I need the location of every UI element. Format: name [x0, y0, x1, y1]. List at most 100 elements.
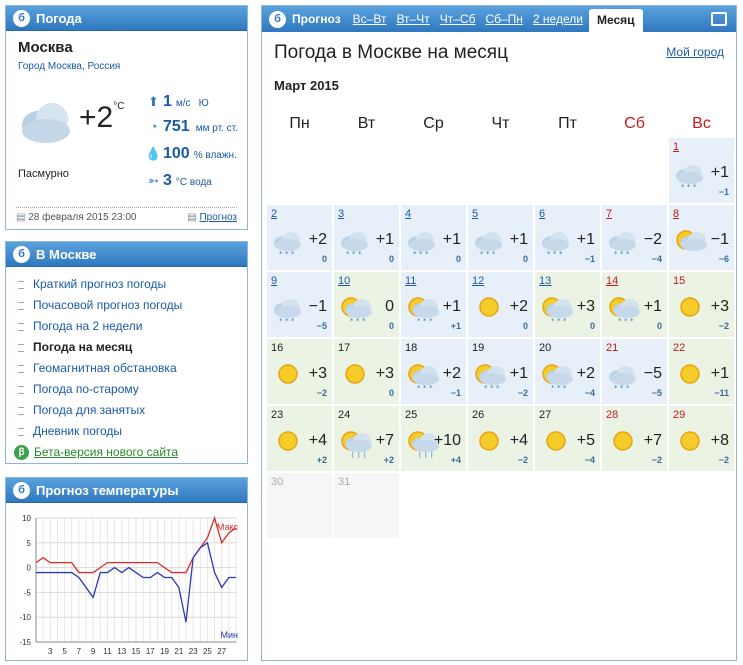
day-cell[interactable]: 28 +7 −2	[601, 405, 668, 472]
day-number[interactable]: 5	[472, 208, 478, 220]
day-cell[interactable]: 18 * * * +2 −1	[400, 338, 467, 405]
day-cell[interactable]: 1 * * * +1 −1	[668, 137, 735, 204]
menu-item-month[interactable]: Погода на месяц	[6, 337, 247, 358]
tab-two-weeks[interactable]: 2 недели	[533, 12, 583, 26]
day-cell[interactable]: 25 ❘ ❘ ❘ +10 +4	[400, 405, 467, 472]
day-number[interactable]: 14	[606, 275, 618, 287]
in-moscow-title: В Москве	[36, 246, 97, 262]
day-temp-delta: −4	[584, 388, 595, 398]
day-temp: +1	[442, 298, 461, 315]
sun-icon	[472, 428, 506, 458]
day-cell[interactable]: 8 −1 −6	[668, 204, 735, 271]
day-number: 23	[271, 409, 284, 421]
sun-cloud-rain-icon: ❘ ❘ ❘	[338, 428, 372, 459]
day-number[interactable]: 12	[472, 275, 484, 287]
day-number: 19	[472, 342, 485, 354]
day-cell[interactable]: 17 +3 0	[333, 338, 400, 405]
calendar-grid: 1 * * * +1 −1 2 * * * +2 0 3 * * * +1 0 4 * * * +1 0 5 * * * +1 0 6 * * *…	[266, 137, 735, 539]
breadcrumb-region-link[interactable]: Россия	[88, 61, 121, 72]
menu-item-hourly-forecast[interactable]: Почасовой прогноз погоды	[6, 295, 247, 316]
svg-text:*: *	[413, 250, 417, 257]
day-cell[interactable]: 6 * * * +1 −1	[534, 204, 601, 271]
svg-text:*: *	[693, 183, 697, 190]
day-cell[interactable]: 9 * * * −1 −5	[266, 271, 333, 338]
day-cell[interactable]: 19 * * * +1 −2	[467, 338, 534, 405]
svg-text:*: *	[484, 384, 488, 391]
day-temp-delta: 0	[522, 254, 528, 264]
day-number: 25	[405, 409, 418, 421]
day-number[interactable]: 11	[405, 275, 416, 287]
day-number: 20	[539, 342, 552, 354]
tab-forecast[interactable]: Прогноз	[292, 12, 341, 26]
day-temp: +7	[643, 432, 662, 449]
sun-cloud-snow-icon: * * *	[539, 361, 573, 392]
weekday-mon: Пн	[289, 115, 310, 132]
day-number[interactable]: 10	[338, 275, 350, 287]
sun-icon	[606, 428, 640, 458]
day-number[interactable]: 2	[271, 208, 277, 220]
day-number[interactable]: 7	[606, 208, 612, 220]
day-cell[interactable]: 12 +2 0	[467, 271, 534, 338]
wind-direction: Ю	[198, 98, 209, 109]
day-cell[interactable]: 21 * * * −5 −5	[601, 338, 668, 405]
day-number[interactable]: 8	[673, 208, 679, 220]
day-cell[interactable]: 2 * * * +2 0	[266, 204, 333, 271]
breadcrumb-city-link[interactable]: Город Москва	[18, 61, 82, 72]
weekday-sun: Вс	[692, 115, 711, 132]
svg-text:*: *	[624, 317, 628, 324]
menu-item-old-style[interactable]: Погода по-старому	[6, 379, 247, 400]
day-number[interactable]: 3	[338, 208, 344, 220]
day-number[interactable]: 4	[405, 208, 411, 220]
temp-forecast-box: б Прогноз температуры 10 5 0 -5 -10 -15 3 5 7 9 11…	[5, 477, 248, 661]
y-tick-label: -5	[24, 588, 32, 597]
min-legend-label: Мин	[221, 630, 239, 640]
menu-item-busy[interactable]: Погода для занятых	[6, 400, 247, 421]
day-cell[interactable]: 26 +4 −2	[467, 405, 534, 472]
forecast-link-wrap[interactable]: ▤ Прогноз	[187, 212, 237, 223]
day-cell[interactable]: 4 * * * +1 0	[400, 204, 467, 271]
day-cell[interactable]: 22 +1 −11	[668, 338, 735, 405]
day-cell[interactable]: 10 * * * 0 0	[333, 271, 400, 338]
day-cell[interactable]: 7 * * * −2 −4	[601, 204, 668, 271]
day-temp-delta: 0	[388, 254, 394, 264]
svg-text:*: *	[417, 317, 421, 324]
day-temp-delta: −1	[584, 254, 595, 264]
forecast-link[interactable]: Прогноз	[199, 212, 237, 223]
day-number[interactable]: 9	[271, 275, 277, 287]
day-cell[interactable]: 11 * * * +1 +1	[400, 271, 467, 338]
day-number[interactable]: 13	[539, 275, 551, 287]
menu-item-two-weeks[interactable]: Погода на 2 недели	[6, 316, 247, 337]
day-cell[interactable]: 20 * * * +2 −4	[534, 338, 601, 405]
menu-item-geomagnetic[interactable]: Геомагнитная обстановка	[6, 358, 247, 379]
day-cell[interactable]: 15 +3 −2	[668, 271, 735, 338]
day-cell[interactable]: 24 ❘ ❘ ❘ +7 +2	[333, 405, 400, 472]
day-cell[interactable]: 13 * * * +3 0	[534, 271, 601, 338]
tab-sun-tue[interactable]: Вс–Вт	[353, 12, 387, 26]
my-city-link[interactable]: Мой город	[666, 45, 724, 59]
day-cell[interactable]: 27 +5 −4	[534, 405, 601, 472]
sun-cloud-snow-icon: * * *	[606, 294, 640, 325]
sun-icon	[271, 361, 305, 391]
svg-text:*: *	[279, 250, 283, 257]
tab-thu-sat[interactable]: Чт–Сб	[440, 12, 476, 26]
fish-icon: ➳	[148, 173, 159, 188]
day-number[interactable]: 6	[539, 208, 545, 220]
menu-item-beta[interactable]: β Бета-версия нового сайта	[6, 442, 247, 463]
day-cell[interactable]: 14 * * * +1 0	[601, 271, 668, 338]
svg-text:*: *	[285, 317, 289, 324]
day-cell[interactable]: 29 +8 −2	[668, 405, 735, 472]
menu-item-diary[interactable]: Дневник погоды	[6, 421, 247, 442]
day-cell[interactable]: 3 * * * +1 0	[333, 204, 400, 271]
day-cell[interactable]: 16 +3 −2	[266, 338, 333, 405]
humidity-unit: % влажн.	[193, 150, 237, 161]
printer-icon[interactable]	[711, 12, 727, 26]
day-cell[interactable]: 5 * * * +1 0	[467, 204, 534, 271]
tab-month[interactable]: Месяц	[588, 9, 643, 32]
menu-item-short-forecast[interactable]: Краткий прогноз погоды	[6, 274, 247, 295]
day-cell[interactable]: 23 +4 +2	[266, 405, 333, 472]
tab-tue-thu[interactable]: Вт–Чт	[396, 12, 429, 26]
tab-sat-mon[interactable]: Сб–Пн	[485, 12, 522, 26]
day-number[interactable]: 1	[673, 141, 679, 153]
x-tick-label: 21	[174, 647, 183, 656]
x-tick-label: 5	[62, 647, 67, 656]
